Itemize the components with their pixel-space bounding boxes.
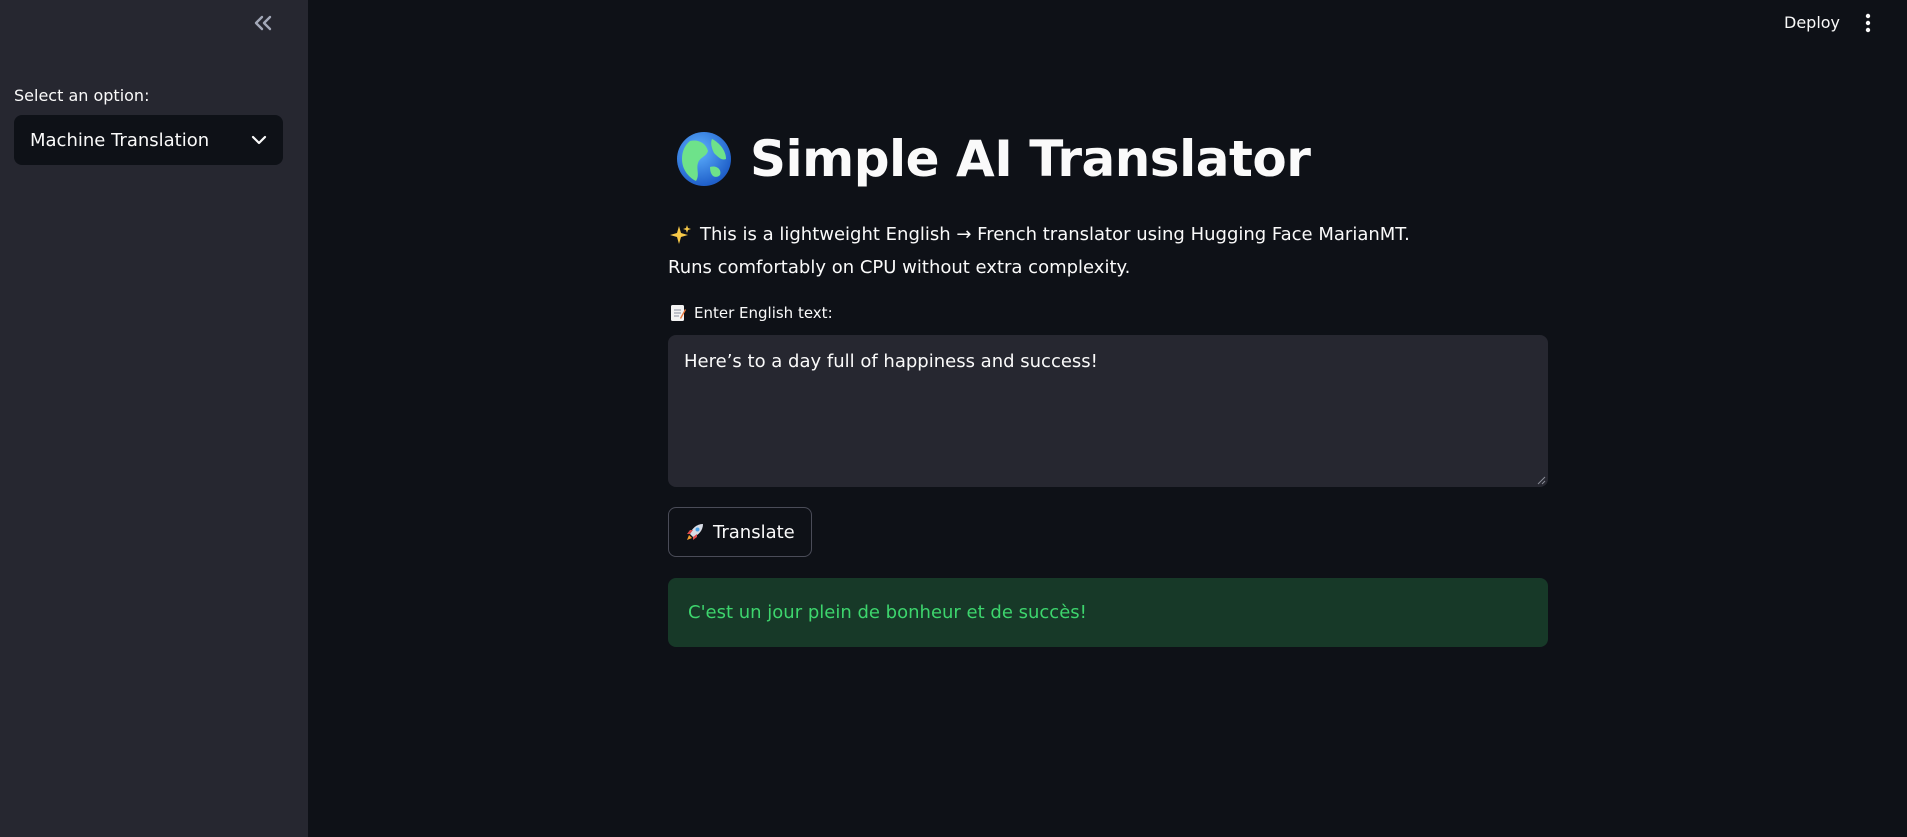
main-menu-button[interactable] bbox=[1856, 10, 1880, 36]
description-text-1: This is a lightweight English → French t… bbox=[700, 224, 1410, 245]
description-line-1: This is a lightweight English → French t… bbox=[668, 218, 1548, 251]
description-text-2: Runs comfortably on CPU without extra co… bbox=[668, 257, 1131, 278]
deploy-button[interactable]: Deploy bbox=[1776, 10, 1848, 36]
double-chevron-left-icon bbox=[254, 15, 272, 31]
resize-handle-icon[interactable] bbox=[1536, 475, 1546, 485]
sidebar: Select an option: Machine Translation bbox=[0, 0, 308, 837]
description-line-2: Runs comfortably on CPU without extra co… bbox=[668, 251, 1548, 284]
title-row: Simple AI Translator bbox=[676, 130, 1311, 188]
chevron-down-icon bbox=[251, 135, 267, 145]
translate-button[interactable]: Translate bbox=[668, 507, 812, 557]
globe-icon bbox=[677, 132, 731, 186]
input-label-text: Enter English text: bbox=[694, 304, 833, 322]
sparkles-icon bbox=[670, 224, 691, 244]
translate-button-label: Translate bbox=[713, 521, 795, 543]
collapse-sidebar-button[interactable] bbox=[248, 10, 278, 36]
english-text-input[interactable]: Here’s to a day full of happiness and su… bbox=[668, 335, 1548, 487]
option-select[interactable]: Machine Translation bbox=[14, 115, 283, 165]
select-label: Select an option: bbox=[14, 86, 150, 105]
input-label: Enter English text: bbox=[670, 304, 833, 322]
page-title: Simple AI Translator bbox=[750, 130, 1311, 188]
memo-icon bbox=[671, 305, 686, 321]
result-text: C'est un jour plein de bonheur et de suc… bbox=[688, 602, 1087, 623]
description: This is a lightweight English → French t… bbox=[668, 218, 1548, 284]
translation-result: C'est un jour plein de bonheur et de suc… bbox=[668, 578, 1548, 647]
rocket-icon bbox=[687, 524, 703, 540]
select-value: Machine Translation bbox=[30, 129, 210, 151]
vertical-dots-icon bbox=[1865, 13, 1871, 33]
